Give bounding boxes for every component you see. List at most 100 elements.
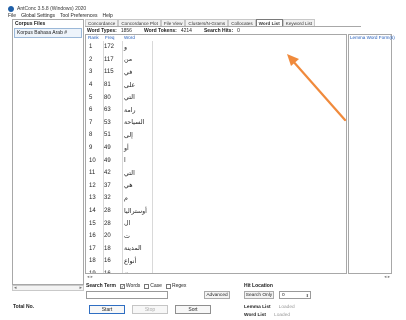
tab-clusters-ngrams[interactable]: Clusters/N-Grams — [185, 19, 229, 26]
table-row[interactable]: 14 28 أوستراليا — [86, 205, 346, 218]
freq-cell: 63 — [104, 107, 111, 114]
rank-cell: 12 — [89, 182, 96, 189]
word-cell: هي — [124, 182, 133, 190]
table-row[interactable]: 6 63 رامة — [86, 104, 346, 117]
column-divider — [103, 41, 104, 273]
table-row[interactable]: 12 37 هي — [86, 180, 346, 193]
rank-cell: 16 — [89, 233, 96, 240]
freq-cell: 53 — [104, 119, 111, 126]
word-cell: من — [124, 56, 133, 64]
word-cell: على — [124, 81, 136, 89]
word-cell: التي — [124, 94, 135, 102]
words-checkbox[interactable]: ✓ Words — [119, 283, 140, 289]
scroll-left-icon[interactable]: ◂ — [14, 285, 17, 291]
freq-cell: 28 — [104, 220, 111, 227]
col-header-lemma[interactable]: Lemma Word Form(s) — [349, 35, 395, 40]
search-only-button[interactable]: Search Only — [244, 291, 274, 299]
advanced-button[interactable]: Advanced — [204, 291, 230, 299]
table-row[interactable]: 3 115 في — [86, 66, 346, 79]
freq-cell: 42 — [104, 170, 111, 177]
total-files-label: Total No. — [13, 304, 35, 310]
column-divider — [152, 41, 153, 273]
freq-cell: 37 — [104, 182, 111, 189]
word-cell: ا — [124, 157, 126, 165]
freq-cell: 49 — [104, 145, 111, 152]
table-row[interactable]: 18 16 أنواع — [86, 255, 346, 268]
table-row[interactable]: 9 49 أو — [86, 142, 346, 155]
freq-cell: 49 — [104, 157, 111, 164]
table-row[interactable]: 1 172 و — [86, 41, 346, 54]
col-header-rank[interactable]: Rank — [86, 35, 103, 41]
rank-cell: 11 — [89, 170, 96, 177]
table-row[interactable]: 8 51 إلى — [86, 129, 346, 142]
word-list-state[interactable]: Loaded — [274, 313, 290, 318]
word-cell: إلى — [124, 131, 133, 139]
col-header-word[interactable]: Word — [122, 35, 152, 41]
word-list-results[interactable]: Rank Freq Word 1 172 و 2 117 من 3 115 في 4 81 على 5 8… — [85, 34, 347, 274]
lemma-panel[interactable]: Lemma Word Form(s) — [348, 34, 395, 274]
table-row[interactable]: 16 20 ت — [86, 230, 346, 243]
scroll-right-icon[interactable]: ◂ ▸ — [384, 274, 390, 279]
rank-cell: 2 — [89, 56, 93, 63]
search-options: Search Term ✓ Words Case Regex — [86, 283, 186, 289]
table-row[interactable]: 17 18 المدينة — [86, 243, 346, 256]
rank-cell: 1 — [89, 44, 93, 51]
tab-collocates[interactable]: Collocates — [228, 19, 256, 26]
rank-cell: 4 — [89, 82, 93, 89]
rank-cell: 8 — [89, 132, 93, 139]
column-divider — [122, 41, 123, 273]
regex-checkbox[interactable]: Regex — [165, 283, 187, 289]
corpus-files-header: Corpus Files — [15, 21, 46, 27]
results-horizontal-scrollbar[interactable]: ◂ ▸ ◂ ▸ — [85, 274, 392, 279]
tab-keyword-list[interactable]: Keyword List — [282, 19, 316, 26]
rank-cell: 9 — [89, 145, 93, 152]
search-term-label: Search Term — [86, 283, 116, 289]
search-term-input[interactable] — [86, 291, 168, 299]
lemma-list-state[interactable]: Loaded — [279, 305, 295, 310]
spinner-arrows-icon[interactable]: ⬍ — [306, 292, 309, 299]
freq-cell: 115 — [104, 69, 114, 76]
tab-concordance[interactable]: Concordance — [85, 19, 119, 26]
table-row[interactable]: 15 28 ال — [86, 217, 346, 230]
word-cell: ت — [124, 232, 130, 240]
word-cell: أوستراليا — [124, 207, 147, 215]
scroll-right-icon[interactable]: ▸ — [79, 285, 82, 291]
word-cell: م — [124, 194, 128, 202]
start-button[interactable]: Start — [89, 305, 125, 314]
regex-checkbox-label: Regex — [171, 283, 187, 289]
sort-button[interactable]: Sort — [175, 305, 211, 314]
table-row[interactable]: 7 53 السياحة — [86, 117, 346, 130]
scroll-left-icon[interactable]: ◂ ▸ — [87, 274, 93, 279]
word-list-status: Word List Loaded — [244, 313, 290, 318]
tab-file-view[interactable]: File View — [160, 19, 186, 26]
tab-concordance-plot[interactable]: Concordance Plot — [118, 19, 161, 26]
table-row[interactable]: 11 42 التي — [86, 167, 346, 180]
table-row[interactable]: 5 80 التي — [86, 91, 346, 104]
tab-word-list[interactable]: Word List — [255, 19, 283, 26]
rank-cell: 6 — [89, 107, 93, 114]
case-box[interactable] — [144, 283, 150, 289]
corpus-file-item[interactable]: Korpus Bahasa Arab # — [14, 28, 82, 38]
table-row[interactable]: 13 32 م — [86, 192, 346, 205]
col-header-freq[interactable]: Freq — [103, 35, 122, 41]
freq-cell: 80 — [104, 94, 111, 101]
stop-button[interactable]: Stop — [132, 305, 168, 314]
table-row[interactable]: 4 81 على — [86, 79, 346, 92]
table-row[interactable]: 10 49 ا — [86, 154, 346, 167]
corpus-horizontal-scrollbar[interactable]: ◂ ▸ — [12, 285, 84, 291]
table-row[interactable]: 2 117 من — [86, 54, 346, 67]
case-checkbox-label: Case — [150, 283, 162, 289]
word-cell: السياحة — [124, 119, 145, 127]
lemma-list-status: Lemma List Loaded — [244, 305, 295, 310]
checkmark-icon[interactable]: ✓ — [119, 283, 125, 289]
regex-box[interactable] — [165, 283, 171, 289]
word-cell: المدينة — [124, 245, 142, 253]
window-title: AntConc 3.5.8 (Windows) 2020 — [17, 5, 87, 12]
rank-cell: 10 — [89, 157, 96, 164]
freq-cell: 32 — [104, 195, 111, 202]
case-checkbox[interactable]: Case — [144, 283, 162, 289]
freq-cell: 28 — [104, 208, 111, 215]
word-list-rows: 1 172 و 2 117 من 3 115 في 4 81 على 5 80 التي 6 63 رامة 7 53… — [86, 41, 346, 273]
hit-location-spinner[interactable]: 0 ⬍ — [279, 291, 311, 299]
word-list-label: Word List — [244, 313, 267, 318]
